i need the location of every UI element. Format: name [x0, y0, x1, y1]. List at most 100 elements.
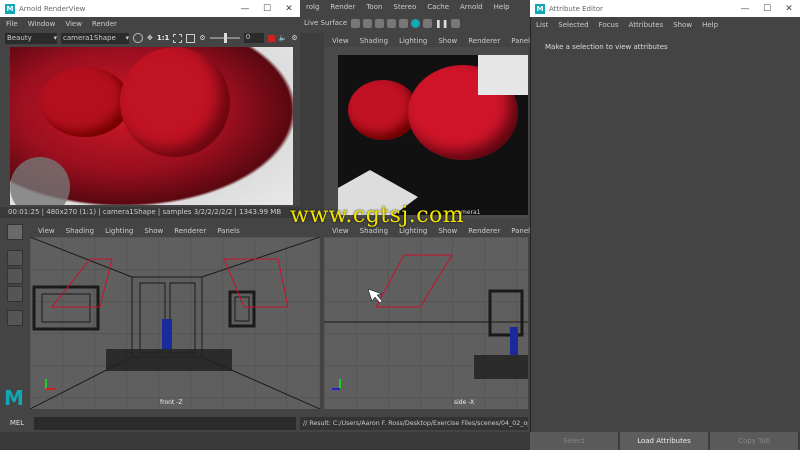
close-icon[interactable]: ✕	[278, 4, 300, 14]
command-line: MEL // Result: C:/Users/Aaron F. Ross/De…	[0, 414, 530, 432]
speaker-icon[interactable]: 🔈	[279, 34, 288, 42]
menu-render[interactable]: Render	[330, 3, 355, 11]
menu-file[interactable]: File	[6, 20, 18, 28]
ae-menu-show[interactable]: Show	[673, 21, 692, 29]
mel-input[interactable]	[34, 416, 296, 430]
crop-icon[interactable]: ✥	[147, 34, 153, 42]
persp-menubar: View Shading Lighting Show Renderer Pane…	[324, 35, 534, 47]
renderview-title: Arnold RenderView	[19, 4, 86, 13]
ratio-label[interactable]: 1:1	[157, 34, 170, 42]
select-button[interactable]: Select	[530, 432, 618, 450]
vp-menu-show[interactable]: Show	[144, 227, 163, 235]
main-menubar: rolg Render Toon Stereo Cache Arnold Hel…	[300, 1, 528, 12]
vp-menu-renderer[interactable]: Renderer	[468, 37, 500, 45]
menu-help[interactable]: Help	[494, 3, 510, 11]
minimize-icon[interactable]: —	[234, 4, 256, 14]
copy-tab-button[interactable]: Copy Tab	[710, 432, 798, 450]
ae-menu-focus[interactable]: Focus	[599, 21, 619, 29]
persp-render-image	[338, 55, 528, 215]
menu-stereo[interactable]: Stereo	[393, 3, 416, 11]
watermark: www.cgtsj.com	[290, 203, 465, 228]
select-tool-icon[interactable]	[7, 224, 23, 240]
front-viewport[interactable]: front -Z	[30, 237, 320, 409]
maximize-icon[interactable]: ☐	[756, 4, 778, 14]
exposure-slider[interactable]	[209, 33, 240, 43]
play-icon[interactable]	[423, 18, 432, 28]
renderview-statusbar: 00:01:25 | 480x270 (1:1) | camera1Shape …	[0, 207, 300, 218]
persp-viewport[interactable]: camera1	[324, 47, 528, 219]
chevron-down-icon: ▾	[53, 34, 57, 42]
hypershade-icon[interactable]	[387, 18, 396, 28]
render-icon[interactable]	[133, 33, 143, 43]
menu-toon[interactable]: Toon	[366, 3, 382, 11]
ae-menu-attributes[interactable]: Attributes	[629, 21, 664, 29]
vp-menu-shading[interactable]: Shading	[66, 227, 94, 235]
attr-editor-message: Make a selection to view attributes	[545, 43, 668, 51]
menu-cache[interactable]: Cache	[427, 3, 449, 11]
region-icon[interactable]	[173, 33, 183, 43]
front-camera-label: front -Z	[160, 399, 183, 406]
attr-editor-menubar: List Selected Focus Attributes Show Help	[530, 18, 800, 31]
front-menubar: View Shading Lighting Show Renderer Pane…	[30, 225, 320, 237]
render-status: 00:01:25 | 480x270 (1:1) | camera1Shape …	[8, 208, 282, 216]
layout-two-icon[interactable]	[7, 286, 23, 302]
vp-menu-renderer[interactable]: Renderer	[468, 227, 500, 235]
vp-menu-show[interactable]: Show	[438, 227, 457, 235]
vp-menu-show[interactable]: Show	[438, 37, 457, 45]
settings-icon[interactable]: ⚙	[199, 34, 205, 42]
camera-dropdown[interactable]: camera1Shape ▾	[61, 32, 129, 44]
renderview-menubar: File Window View Render	[0, 17, 300, 30]
vp-menu-shading[interactable]: Shading	[360, 37, 388, 45]
render-view-icon[interactable]	[399, 18, 408, 28]
vp-menu-view[interactable]: View	[332, 37, 349, 45]
arnold-icon[interactable]	[411, 18, 420, 28]
pause-icon[interactable]: ❚❚	[435, 19, 448, 28]
vp-menu-panels[interactable]: Panels	[217, 227, 240, 235]
exposure-field[interactable]: 0	[243, 33, 264, 43]
mouse-cursor-icon	[367, 288, 383, 304]
menu-arnold[interactable]: Arnold	[460, 3, 483, 11]
vp-menu-lighting[interactable]: Lighting	[399, 37, 427, 45]
vp-menu-lighting[interactable]: Lighting	[399, 227, 427, 235]
maya-logo-icon: M	[535, 3, 545, 14]
layout-single-icon[interactable]	[7, 250, 23, 266]
help-line	[0, 432, 530, 450]
vp-menu-lighting[interactable]: Lighting	[105, 227, 133, 235]
maya-logo: M	[4, 386, 24, 410]
ae-menu-list[interactable]: List	[536, 21, 548, 29]
mel-label[interactable]: MEL	[0, 419, 34, 427]
menu-window[interactable]: Window	[28, 20, 56, 28]
layout-four-icon[interactable]	[7, 268, 23, 284]
minimize-icon[interactable]: —	[734, 4, 756, 14]
side-scene-wireframe	[324, 254, 528, 390]
close-icon[interactable]: ✕	[778, 4, 800, 14]
maya-logo-icon: M	[5, 3, 15, 14]
stop-icon[interactable]	[267, 34, 275, 42]
side-viewport[interactable]: side -X	[324, 237, 528, 409]
menu-render[interactable]: Render	[92, 20, 117, 28]
attr-editor-titlebar: M Attribute Editor — ☐ ✕	[530, 0, 800, 17]
vp-menu-shading[interactable]: Shading	[360, 227, 388, 235]
ae-menu-selected[interactable]: Selected	[558, 21, 588, 29]
vp-menu-renderer[interactable]: Renderer	[174, 227, 206, 235]
render-region-icon[interactable]	[451, 18, 461, 28]
vp-menu-view[interactable]: View	[38, 227, 55, 235]
outliner-icon[interactable]	[7, 310, 23, 326]
renderview-toolbar: Beauty ▾ camera1Shape ▾ ✥ 1:1 ⚙ 0 🔈 ⚙	[0, 30, 300, 46]
maximize-icon[interactable]: ☐	[256, 4, 278, 14]
ipr-icon[interactable]	[363, 18, 372, 28]
live-surface-field[interactable]: Live Surface	[304, 19, 348, 27]
load-attributes-button[interactable]: Load Attributes	[620, 432, 708, 450]
display-icon[interactable]	[186, 33, 196, 43]
menu-view[interactable]: View	[65, 20, 82, 28]
attr-editor-window	[530, 0, 800, 450]
aov-dropdown[interactable]: Beauty ▾	[5, 32, 57, 44]
render-settings-icon[interactable]	[375, 18, 384, 28]
chevron-down-icon: ▾	[125, 34, 129, 42]
render-frame-icon[interactable]	[351, 18, 360, 28]
menu-rolg[interactable]: rolg	[306, 3, 319, 11]
attr-editor-footer: Select Load Attributes Copy Tab	[530, 432, 800, 450]
ae-menu-help[interactable]: Help	[702, 21, 718, 29]
gear-icon[interactable]: ⚙	[291, 34, 297, 42]
vp-menu-view[interactable]: View	[332, 227, 349, 235]
